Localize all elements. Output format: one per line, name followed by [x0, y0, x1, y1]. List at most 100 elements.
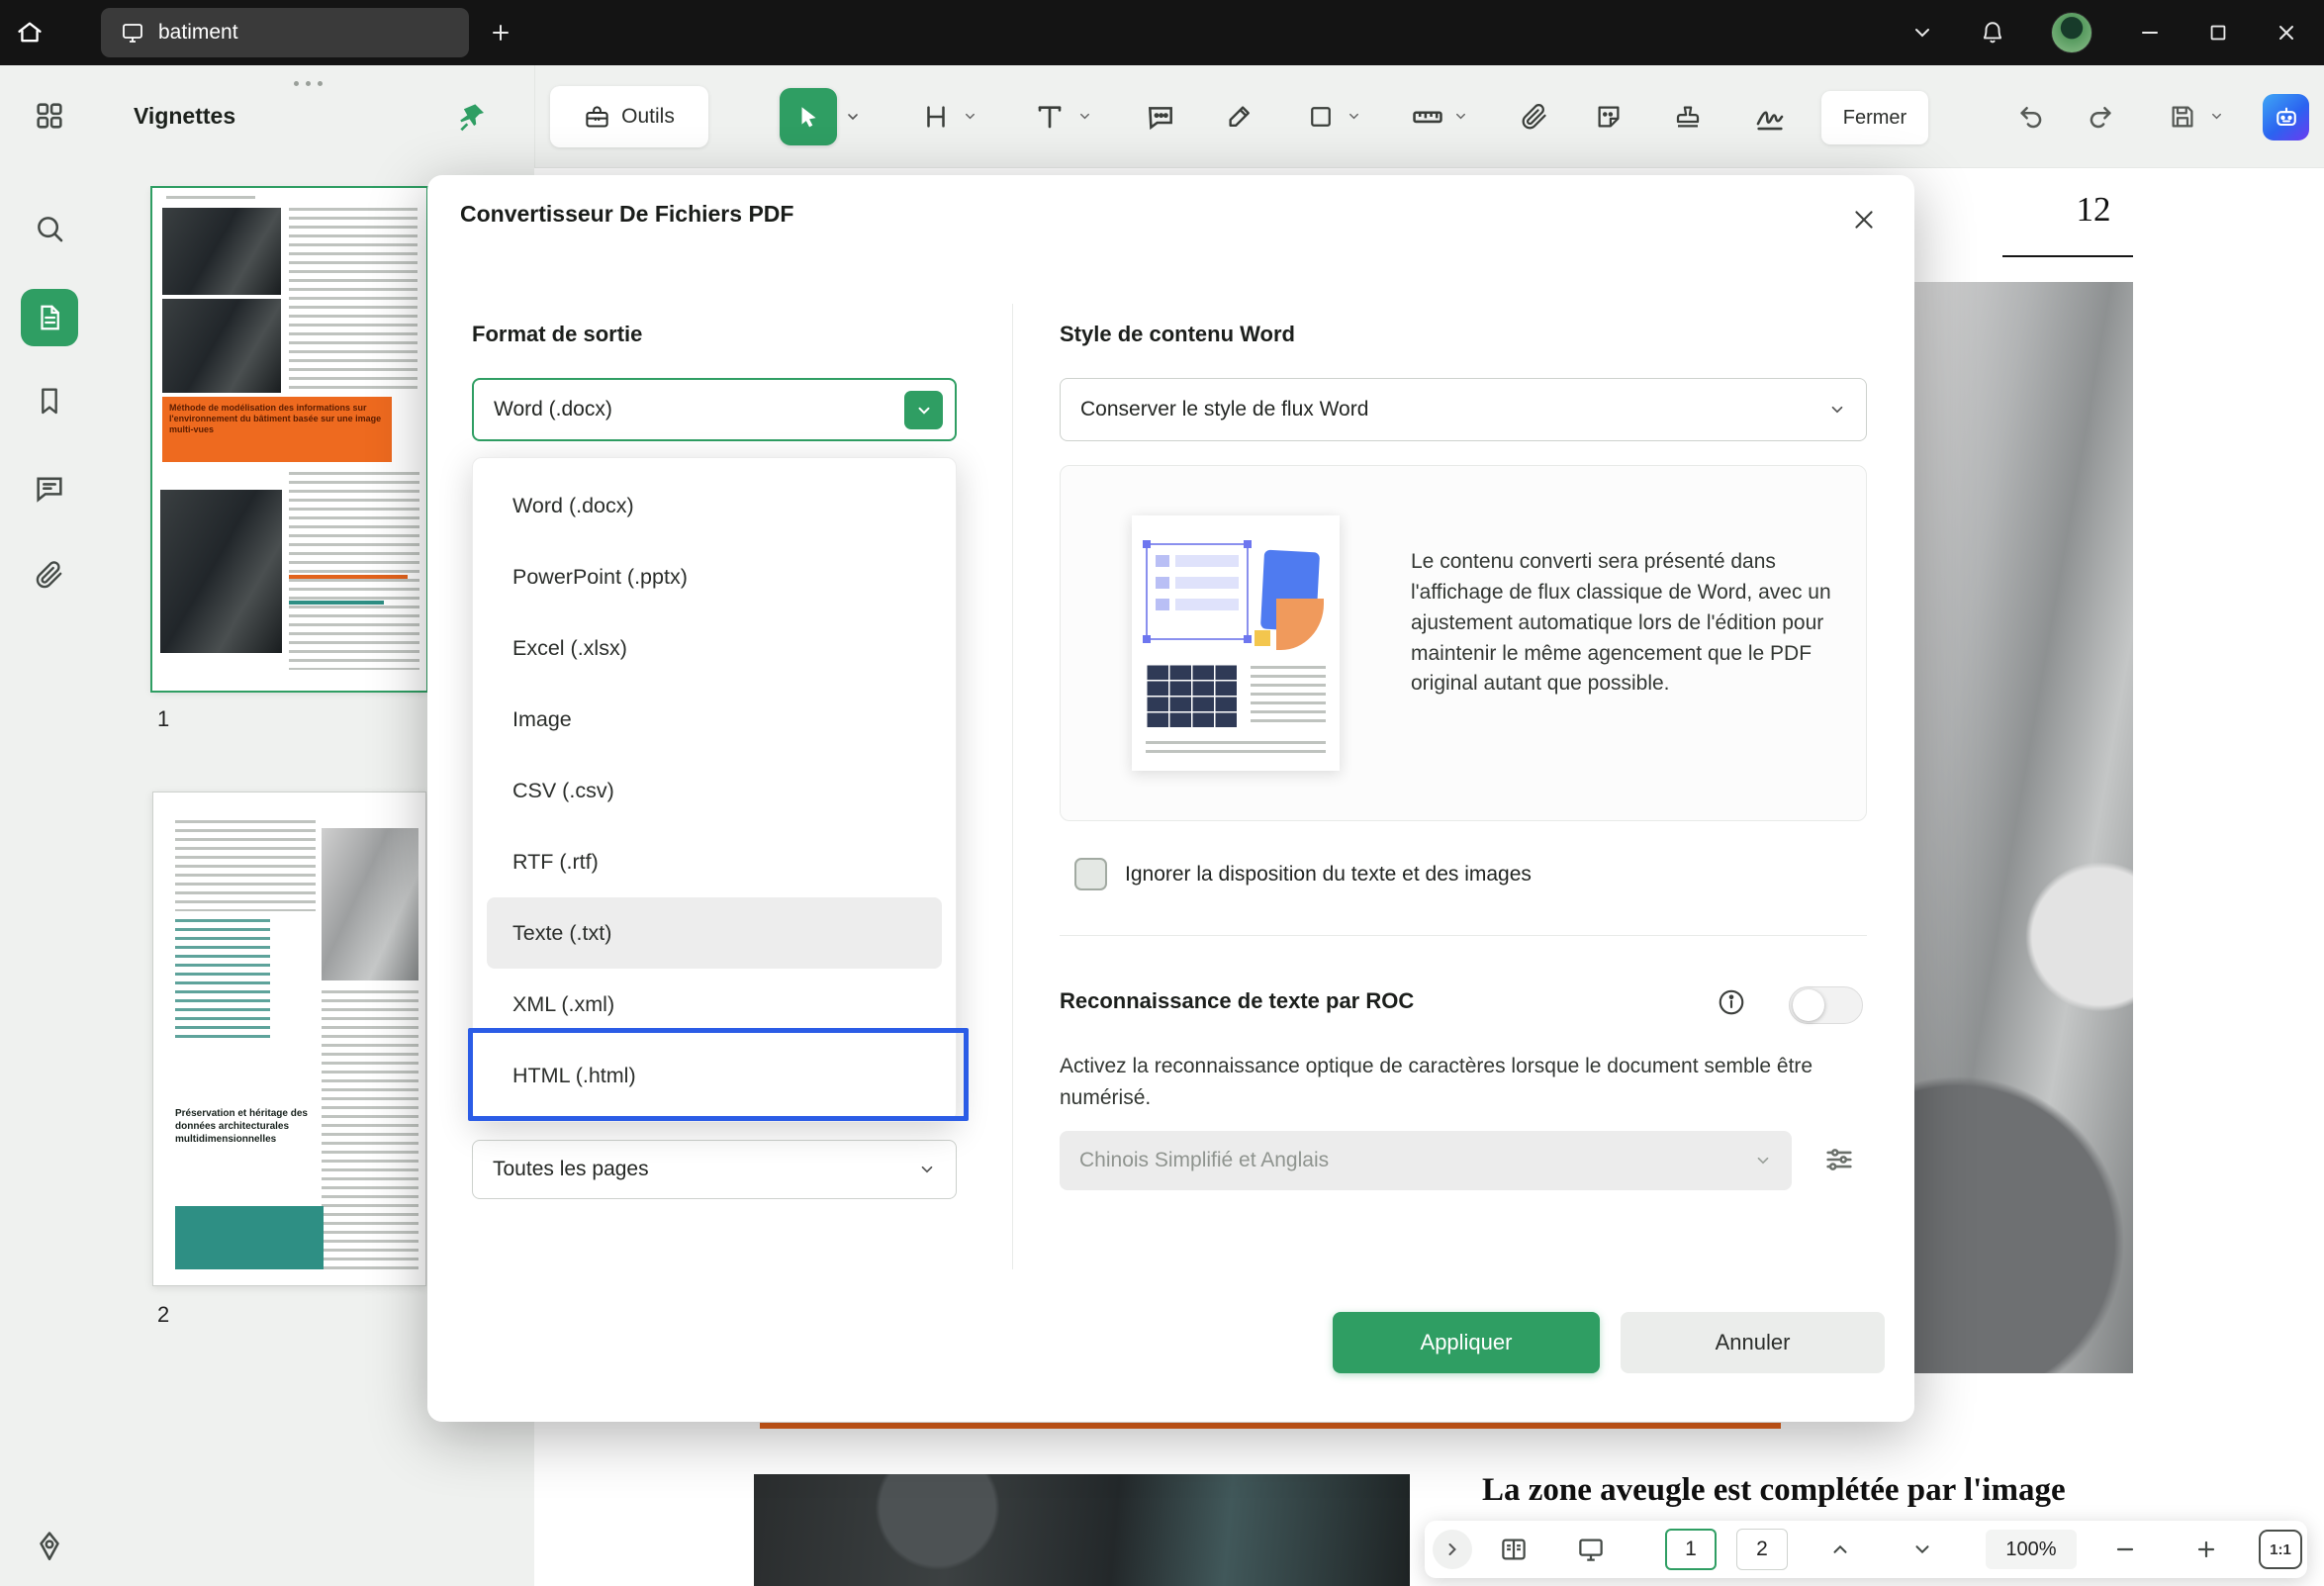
fermer-label: Fermer — [1843, 107, 1906, 130]
comments-icon[interactable] — [33, 471, 66, 505]
new-tab-button[interactable] — [489, 21, 512, 45]
thumb2-photo-monitor — [322, 828, 418, 980]
home-icon — [16, 19, 44, 47]
design-ink-icon[interactable] — [33, 1530, 66, 1563]
ocr-toggle-off[interactable] — [1789, 986, 1863, 1024]
previous-page-chevron-icon[interactable] — [1820, 1530, 1860, 1569]
selected-option-highlight-box — [468, 1028, 969, 1121]
ignore-layout-checkbox[interactable] — [1074, 858, 1107, 890]
edit-text-tool-icon[interactable] — [916, 97, 956, 137]
zoom-level[interactable]: 100% — [1986, 1530, 2077, 1569]
close-window-button[interactable] — [2275, 21, 2298, 45]
thumb1-photo-top — [162, 208, 281, 295]
add-text-tool-icon[interactable] — [1030, 97, 1069, 137]
save-chevron-icon[interactable] — [2209, 109, 2225, 125]
redo-icon[interactable] — [2081, 97, 2120, 137]
document-caption: La zone aveugle est complétée par l'imag… — [1482, 1472, 2135, 1509]
output-format-value: Word (.docx) — [474, 398, 612, 421]
text-tool-chevron-icon[interactable] — [1077, 109, 1093, 125]
format-option-image[interactable]: Image — [473, 684, 956, 755]
page-range-select[interactable]: Toutes les pages — [472, 1140, 957, 1199]
select-tool-chevron-icon[interactable] — [845, 109, 861, 125]
dialog-close-button[interactable] — [1849, 205, 1879, 234]
stamp-tool-icon[interactable] — [1668, 97, 1708, 137]
thumb2-text-right — [322, 990, 418, 1270]
reading-mode-icon[interactable] — [1494, 1530, 1534, 1569]
cancel-button[interactable]: Annuler — [1621, 1312, 1885, 1373]
robot-icon — [2273, 104, 2300, 132]
panel-title: Vignettes — [134, 103, 235, 130]
measure-tool-icon[interactable] — [1408, 97, 1447, 137]
next-page-chevron-icon[interactable] — [1903, 1530, 1942, 1569]
ocr-settings-sliders-icon[interactable] — [1822, 1143, 1856, 1176]
ai-assistant-button[interactable] — [2263, 94, 2309, 140]
current-page-box[interactable]: 1 — [1665, 1529, 1717, 1570]
user-avatar[interactable] — [2051, 12, 2092, 53]
apply-button[interactable]: Appliquer — [1333, 1312, 1600, 1373]
dialog-horizontal-divider — [1060, 935, 1867, 936]
style-description: Le contenu converti sera présenté dans l… — [1411, 547, 1846, 700]
word-flow-illustration — [1132, 515, 1340, 771]
format-option-rtf[interactable]: RTF (.rtf) — [473, 826, 956, 897]
ocr-language-value: Chinois Simplifié et Anglais — [1060, 1149, 1329, 1172]
edit-tool-chevron-icon[interactable] — [963, 109, 978, 125]
select-tool-button[interactable] — [780, 88, 837, 145]
word-style-value: Conserver le style de flux Word — [1061, 398, 1368, 421]
shapes-tool-icon[interactable] — [1301, 97, 1341, 137]
word-style-select[interactable]: Conserver le style de flux Word — [1060, 378, 1867, 441]
thumb1-text-col2 — [289, 472, 419, 670]
ocr-language-chevron-icon — [1754, 1152, 1772, 1169]
actual-size-button[interactable]: 1:1 — [2259, 1530, 2302, 1569]
comment-tool-icon[interactable] — [1141, 97, 1180, 137]
signature-tool-icon[interactable] — [1750, 97, 1790, 137]
thumbnail-1-number: 1 — [157, 706, 169, 732]
tab-list-chevron-icon[interactable] — [1910, 21, 1934, 45]
output-format-label: Format de sortie — [472, 322, 642, 347]
close-tools-button[interactable]: Fermer — [1821, 91, 1928, 144]
attachments-icon[interactable] — [34, 559, 65, 591]
maximize-button[interactable] — [2207, 22, 2229, 44]
save-icon[interactable] — [2163, 97, 2202, 137]
thumbnails-tab-active[interactable] — [21, 289, 78, 346]
panel-drag-handle[interactable] — [294, 81, 323, 86]
next-page-box[interactable]: 2 — [1736, 1529, 1788, 1570]
undo-icon[interactable] — [2011, 97, 2051, 137]
output-format-select[interactable]: Word (.docx) — [472, 378, 957, 441]
thumb1-highlight-orange — [289, 575, 408, 579]
shapes-tool-chevron-icon[interactable] — [1347, 109, 1362, 125]
format-option-excel[interactable]: Excel (.xlsx) — [473, 612, 956, 684]
tab-title: batiment — [158, 21, 238, 45]
sticker-tool-icon[interactable] — [1589, 97, 1628, 137]
apps-grid-icon[interactable] — [33, 99, 66, 133]
format-option-word[interactable]: Word (.docx) — [473, 470, 956, 541]
person-computer-photo — [754, 1474, 1410, 1586]
presentation-mode-icon[interactable] — [1571, 1530, 1611, 1569]
minimize-button[interactable] — [2138, 21, 2162, 45]
measure-tool-chevron-icon[interactable] — [1453, 109, 1469, 125]
apply-label: Appliquer — [1421, 1330, 1513, 1355]
thumb1-photo-mid — [162, 299, 281, 393]
home-button[interactable] — [0, 0, 59, 65]
zoom-out-icon[interactable] — [2105, 1530, 2145, 1569]
search-icon[interactable] — [33, 212, 66, 245]
pin-panel-icon[interactable] — [456, 101, 488, 133]
format-option-txt[interactable]: Texte (.txt) — [487, 897, 942, 969]
page-range-value: Toutes les pages — [473, 1158, 649, 1181]
ocr-language-select-disabled[interactable]: Chinois Simplifié et Anglais — [1060, 1131, 1792, 1190]
format-option-powerpoint[interactable]: PowerPoint (.pptx) — [473, 541, 956, 612]
thumbnail-2-number: 2 — [157, 1302, 169, 1328]
highlighter-pen-tool-icon[interactable] — [1220, 97, 1259, 137]
notifications-bell-icon[interactable] — [1980, 20, 2005, 46]
page-thumbnail-1[interactable]: Méthode de modélisation des informations… — [152, 188, 426, 691]
attach-file-tool-icon[interactable] — [1515, 97, 1554, 137]
document-tab[interactable]: batiment — [101, 8, 469, 57]
page-thumbnail-2[interactable]: Préservation et héritage des données arc… — [152, 792, 426, 1286]
bookmarks-icon[interactable] — [34, 385, 65, 417]
cursor-icon — [795, 104, 821, 130]
collapse-bar-chevron-icon[interactable] — [1433, 1530, 1472, 1569]
zoom-in-icon[interactable] — [2186, 1530, 2226, 1569]
format-select-chevron-button[interactable] — [904, 391, 943, 429]
tools-button[interactable]: Outils — [550, 86, 708, 147]
ocr-info-icon[interactable] — [1717, 987, 1746, 1017]
format-option-csv[interactable]: CSV (.csv) — [473, 755, 956, 826]
